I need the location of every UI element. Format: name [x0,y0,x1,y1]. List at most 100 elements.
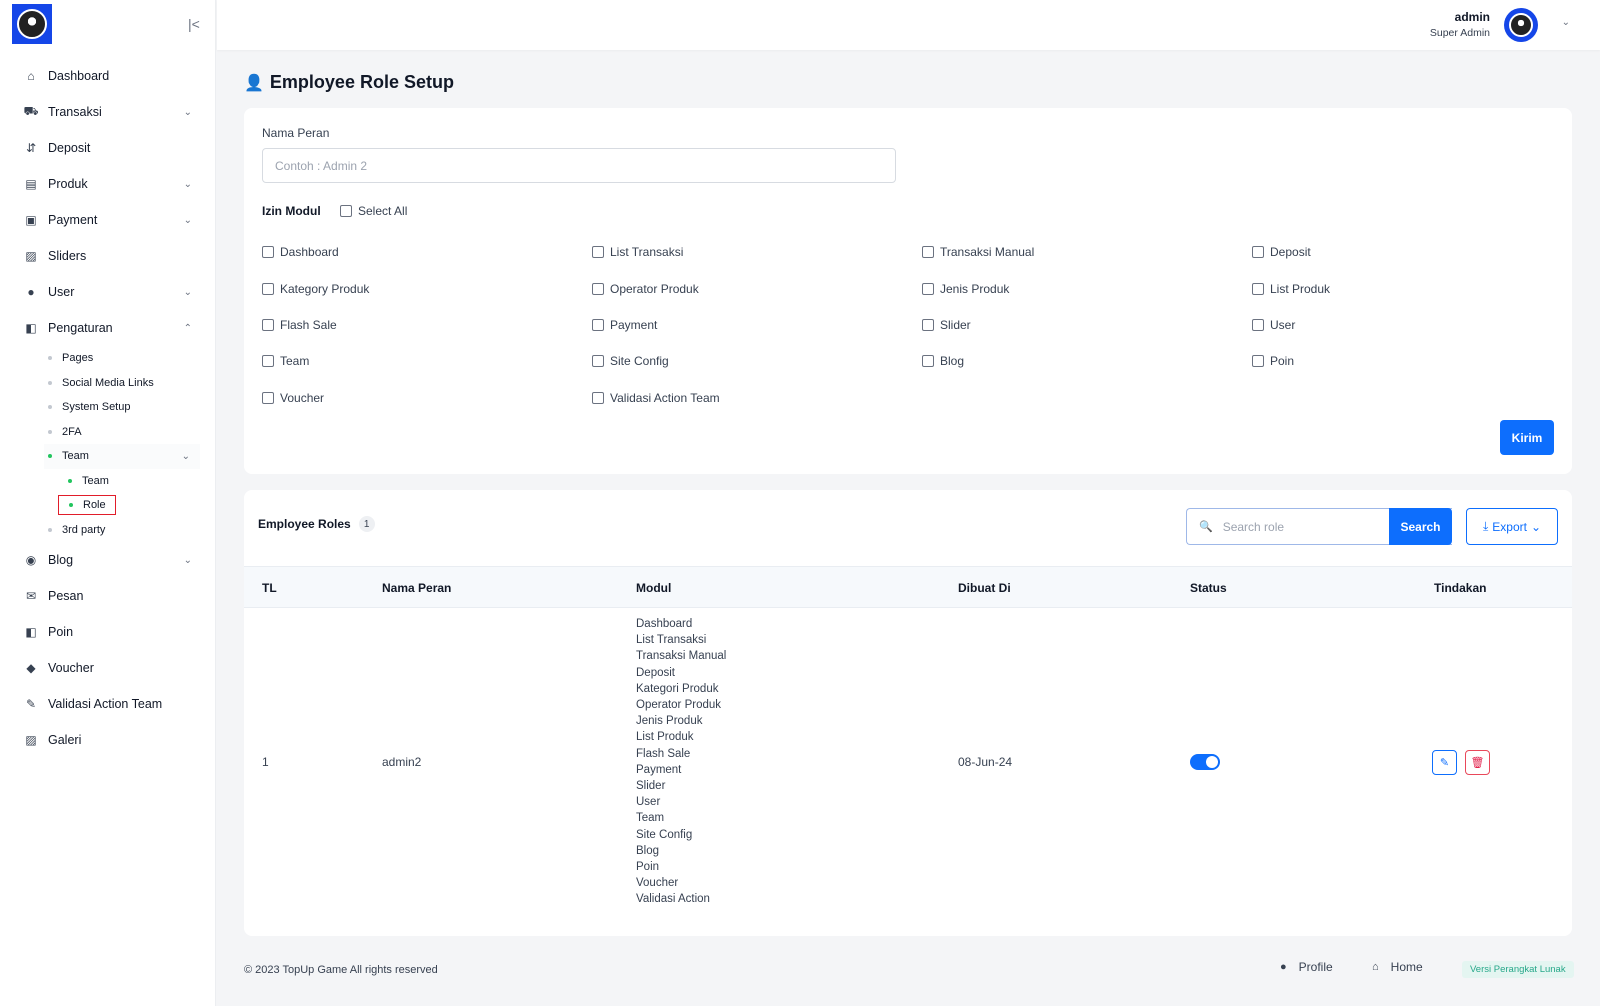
sidebar-item-produk[interactable]: ▤ Produk ⌄ [0,166,216,202]
checkbox-box[interactable] [922,318,934,331]
edit-button[interactable]: ✎ [1432,750,1457,775]
module-checkbox[interactable]: Site Config [592,343,922,379]
sidebar-item-pesan[interactable]: ✉ Pesan [0,578,216,614]
avatar[interactable] [1504,8,1538,42]
delete-button[interactable]: 🗑 [1465,750,1490,775]
sidebar-item-deposit[interactable]: ⇵ Deposit [0,130,216,166]
export-button[interactable]: ⤓ Export ⌄ [1466,508,1558,545]
sidebar-item-label: Transaksi [48,105,102,119]
store-icon: ▤ [25,177,37,191]
module-checkbox[interactable]: Payment [592,307,922,343]
checkbox-box[interactable] [1252,282,1264,295]
module-label: Transaksi Manual [940,245,1035,260]
search-input[interactable] [1222,519,1383,534]
module-label: Voucher [280,390,325,405]
module-checkbox[interactable]: User [1252,307,1582,343]
module-checkbox[interactable]: List Produk [1252,270,1582,306]
module-checkbox[interactable]: Voucher [262,380,592,416]
team-submenu: Team Role [44,469,216,518]
module-label: Blog [940,354,965,369]
submit-button[interactable]: Kirim [1500,420,1554,455]
submenu-item-social-media-links[interactable]: Social Media Links [44,371,216,396]
module-checkbox[interactable]: List Transaksi [592,234,922,270]
chevron-down-icon: ⌄ [181,450,190,462]
checkbox-box[interactable] [262,246,274,259]
chevron-down-icon: ⌄ [183,214,192,226]
checkbox-box[interactable] [262,355,274,368]
select-all-checkbox[interactable]: Select All [340,204,407,218]
footer-profile-link[interactable]: ● Profile [1280,960,1333,974]
module-checkbox[interactable]: Jenis Produk [922,270,1252,306]
checkbox-box[interactable] [262,391,274,404]
module-checkbox[interactable]: Poin [1252,343,1582,379]
submenu-item-role[interactable]: Role [58,493,216,518]
checkbox-box[interactable] [592,355,604,368]
search-button[interactable]: Search [1389,508,1452,545]
footer-link-label: Profile [1298,960,1333,974]
module-checkbox[interactable]: Transaksi Manual [922,234,1252,270]
chevron-down-icon[interactable]: ⌄ [1562,17,1570,28]
checkbox-box[interactable] [1252,355,1264,368]
bullet-dot [48,405,52,410]
cell-tl: 1 [262,755,269,769]
sidebar-item-validasi-action-team[interactable]: ✎ Validasi Action Team [0,686,216,722]
submenu-item-pages[interactable]: Pages [44,346,216,371]
module-checkbox[interactable]: Validasi Action Team [592,380,922,416]
module-checkbox[interactable]: Slider [922,307,1252,343]
export-label: Export [1492,519,1527,534]
submenu-item-2fa[interactable]: 2FA [44,420,216,445]
role-name-input[interactable] [262,148,896,183]
checkbox-box[interactable] [1252,246,1264,259]
sidebar-item-blog[interactable]: ◉ Blog ⌄ [0,542,216,578]
status-toggle[interactable] [1190,754,1220,770]
pencil-icon: ✎ [1439,757,1450,769]
module-checkbox[interactable]: Blog [922,343,1252,379]
submenu-item-system-setup[interactable]: System Setup [44,395,216,420]
checkbox-box[interactable] [922,246,934,259]
sidebar-item-dashboard[interactable]: ⌂ Dashboard [0,58,216,94]
checkbox-box[interactable] [592,318,604,331]
chevron-down-icon: ⌄ [183,178,192,190]
module-label: Operator Produk [610,281,699,296]
collapse-left-icon[interactable]: |< [188,16,200,32]
bullet-dot [48,429,52,434]
module-checkbox[interactable]: Operator Produk [592,270,922,306]
checkbox-box[interactable] [592,391,604,404]
sidebar-item-payment[interactable]: ▣ Payment ⌄ [0,202,216,238]
module-checkbox[interactable]: Kategory Produk [262,270,592,306]
sidebar-item-pengaturan[interactable]: ◧ Pengaturan ⌃ [0,310,216,346]
module-checkbox[interactable]: Dashboard [262,234,592,270]
sidebar-item-label: Voucher [48,661,94,675]
table-title: Employee Roles 1 [258,516,375,532]
sidebar-item-label: Pengaturan [48,321,113,335]
cart-icon: ⛟ [23,104,39,118]
checkbox-box[interactable] [592,246,604,259]
module-label: Dashboard [280,245,339,260]
checkbox-box[interactable] [262,282,274,295]
checkbox-box[interactable] [340,205,352,217]
app-logo[interactable] [12,4,52,44]
submenu-item-team[interactable]: Team ⌄ [44,444,200,469]
submenu-item-3rd-party[interactable]: 3rd party [44,518,216,543]
module-checkbox[interactable]: Team [262,343,592,379]
select-all-label: Select All [358,204,408,218]
bullet-dot [48,527,52,532]
sidebar-item-sliders[interactable]: ▨ Sliders [0,238,216,274]
checkbox-box[interactable] [1252,318,1264,331]
module-checkbox[interactable]: Flash Sale [262,307,592,343]
checkbox-box[interactable] [922,355,934,368]
sidebar-item-galeri[interactable]: ▨ Galeri [0,722,216,758]
sidebar-item-poin[interactable]: ◧ Poin [0,614,216,650]
checkbox-box[interactable] [592,282,604,295]
submenu-item-team-team[interactable]: Team [64,469,216,494]
submenu-label: System Setup [62,401,131,414]
footer-home-link[interactable]: ⌂ Home [1372,960,1423,974]
sidebar-item-voucher[interactable]: ◆ Voucher [0,650,216,686]
avatar-emblem [1509,13,1533,37]
sidebar-item-label: Dashboard [48,69,110,83]
checkbox-box[interactable] [262,318,274,331]
sidebar-item-transaksi[interactable]: ⛟ Transaksi ⌄ [0,94,216,130]
module-checkbox[interactable]: Deposit [1252,234,1582,270]
sidebar-item-user[interactable]: ● User ⌄ [0,274,216,310]
checkbox-box[interactable] [922,282,934,295]
